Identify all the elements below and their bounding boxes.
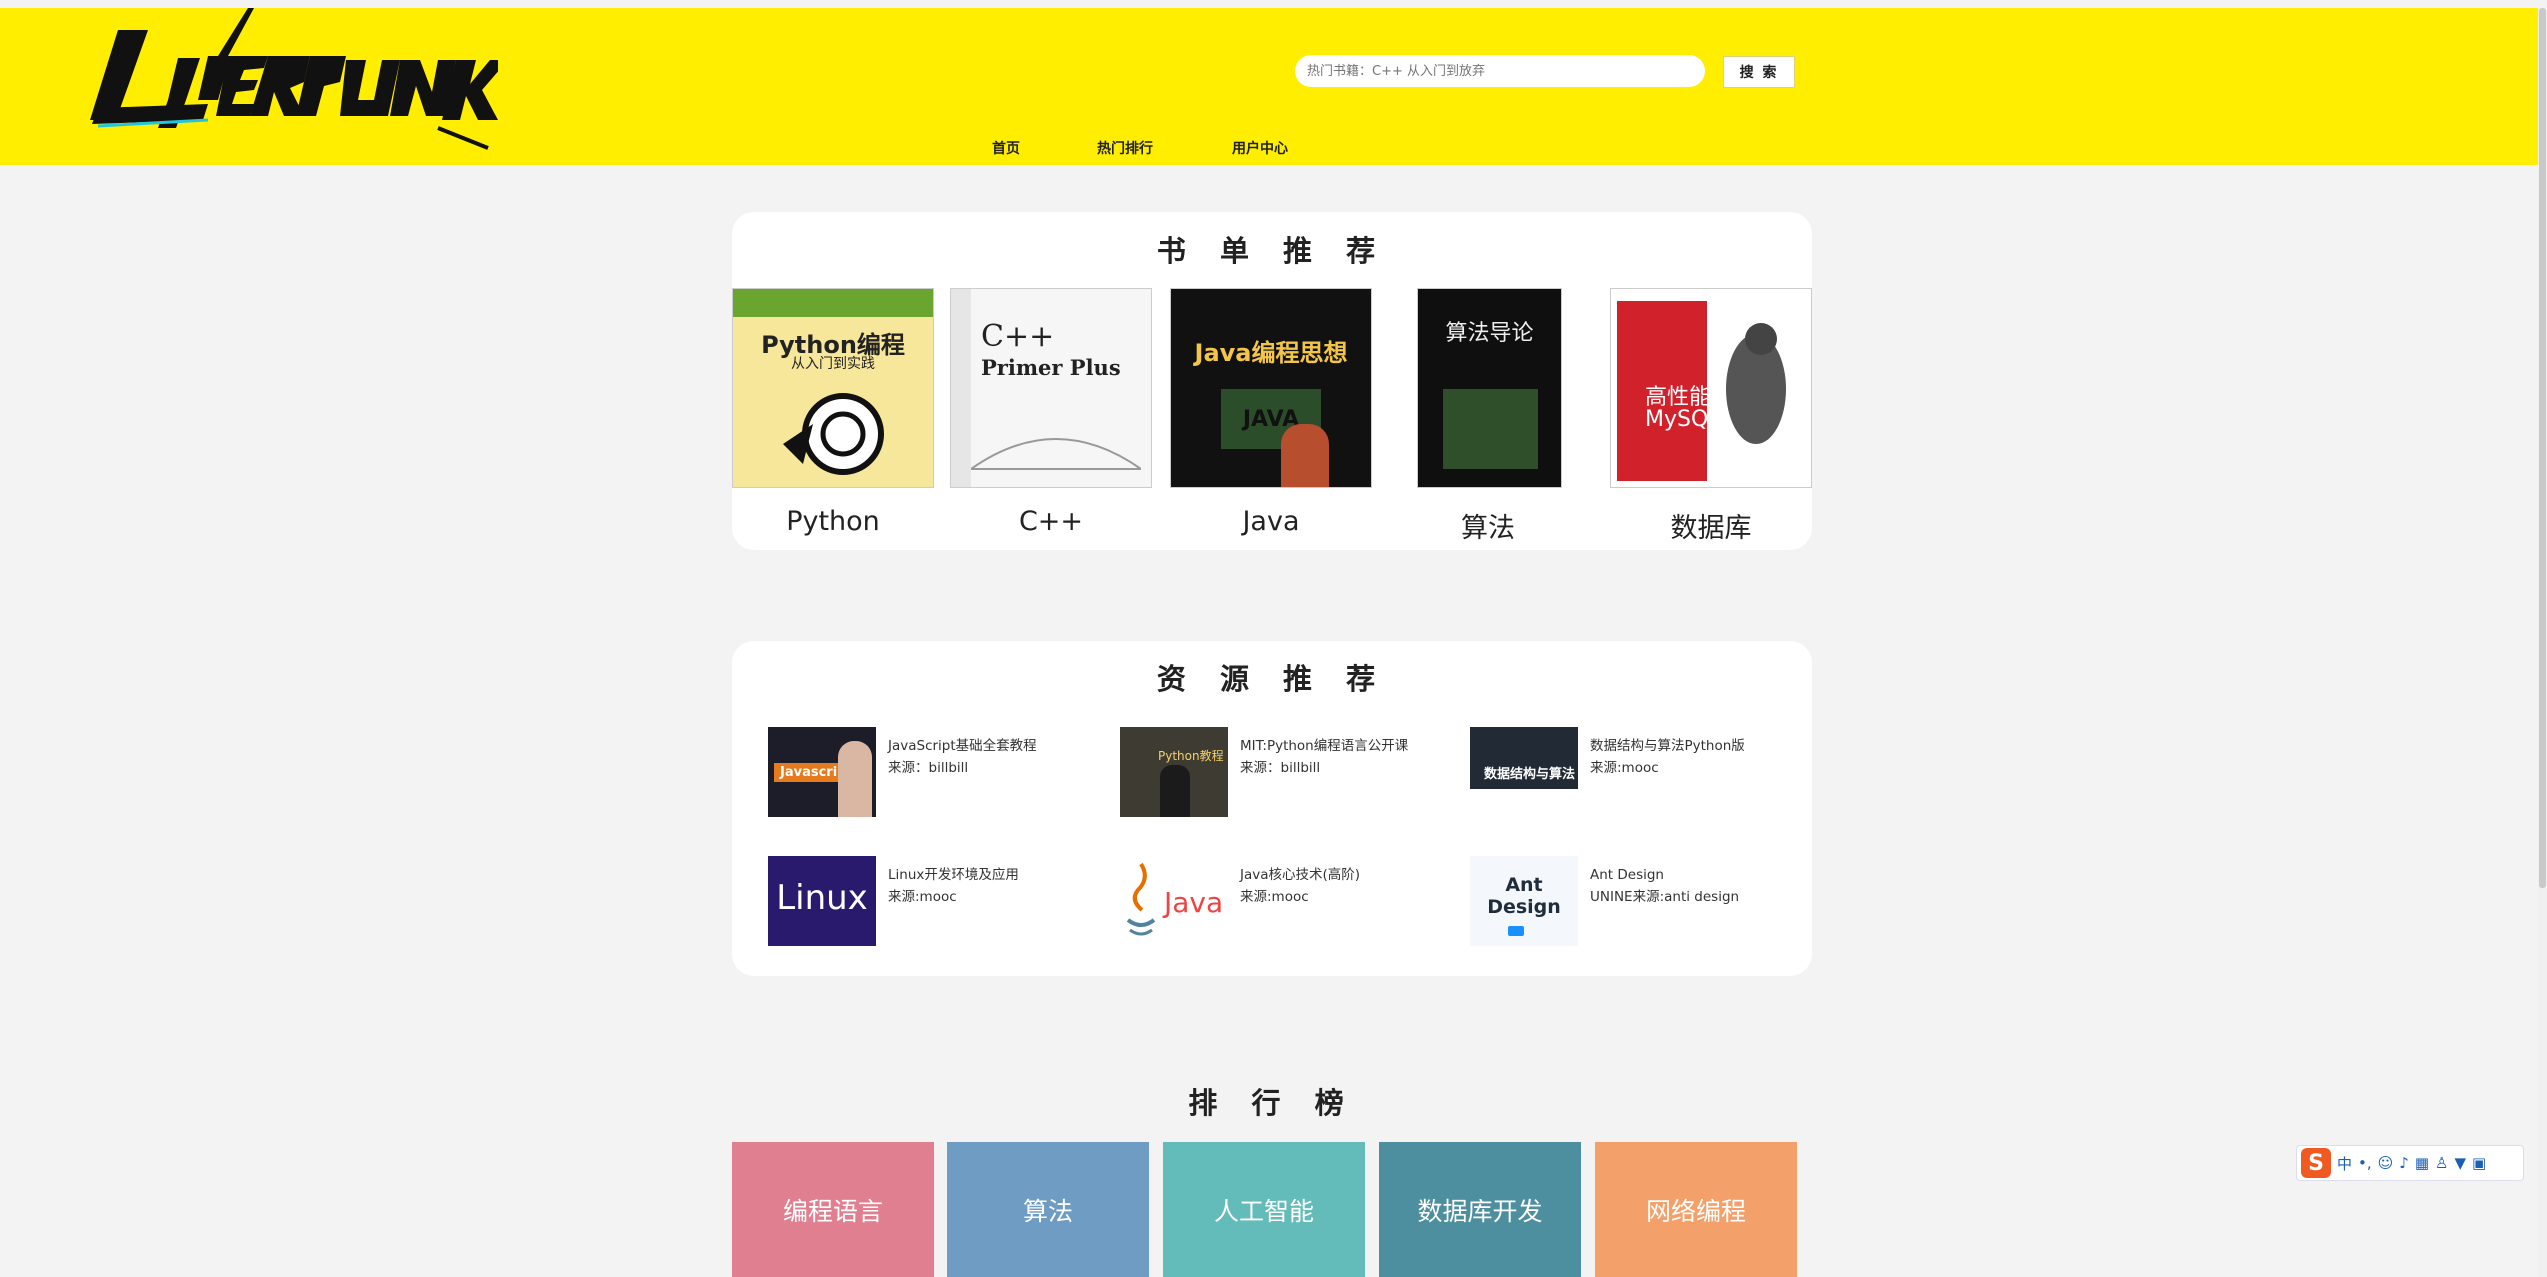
skin-icon[interactable]: ▼ <box>2455 1154 2467 1172</box>
mysql-book-cover[interactable]: 高性能 MySQL <box>1610 288 1812 488</box>
resource-source: 来源:mooc <box>888 889 957 905</box>
ime-lang-toggle[interactable]: 中 <box>2337 1153 2352 1174</box>
resource-item-linux[interactable]: Linux Linux开发环境及应用 来源:mooc <box>768 856 1068 948</box>
toolbox-icon[interactable]: ▣ <box>2472 1154 2486 1172</box>
cover-artwork <box>1443 389 1538 469</box>
book-label: Java <box>1242 506 1300 537</box>
resource-name[interactable]: Linux开发环境及应用 <box>888 864 1019 886</box>
resource-source: 来源:mooc <box>1590 760 1659 776</box>
data-structures-thumbnail[interactable]: 数据结构与算法 <box>1470 727 1578 817</box>
ranking-tile-ai[interactable]: 人工智能 <box>1163 1142 1365 1277</box>
search-button[interactable]: 搜 索 <box>1723 56 1795 88</box>
ranking-tile-network-programming[interactable]: 网络编程 <box>1595 1142 1797 1277</box>
resource-name[interactable]: JavaScript基础全套教程 <box>888 735 1037 757</box>
javascript-thumbnail[interactable]: Javascript <box>768 727 876 817</box>
ranking-tile-programming-language[interactable]: 编程语言 <box>732 1142 934 1277</box>
resource-source: 来源：billbill <box>888 760 969 776</box>
resource-source: 来源:mooc <box>1240 889 1309 905</box>
resource-recommend-card: 资 源 推 荐 Javascript JavaScript基础全套教程 来源：b… <box>732 641 1812 976</box>
resource-source: 来源：billbill <box>1240 760 1321 776</box>
book-section-title: 书 单 推 荐 <box>1156 234 1388 268</box>
python-book-cover[interactable]: Python编程 从入门到实践 <box>732 288 934 488</box>
search-input[interactable] <box>1295 55 1705 87</box>
resource-name[interactable]: 数据结构与算法Python版 <box>1590 735 1745 757</box>
book-item-java[interactable]: Java编程思想 JAVA Java <box>1170 288 1372 537</box>
resource-name[interactable]: Ant Design <box>1590 864 1739 886</box>
keyboard-icon[interactable]: ▦ <box>2415 1154 2429 1172</box>
java-cup-icon <box>1126 862 1156 936</box>
resource-section-title: 资 源 推 荐 <box>1156 662 1388 696</box>
cover-subtitle: Primer Plus <box>981 355 1121 380</box>
scrollbar-thumb[interactable] <box>2539 8 2546 888</box>
book-label: 数据库 <box>1670 513 1752 544</box>
emoji-icon[interactable]: ☺ <box>2378 1154 2394 1172</box>
ranking-tile-algorithm[interactable]: 算法 <box>947 1142 1149 1277</box>
java-book-cover[interactable]: Java编程思想 JAVA <box>1170 288 1372 488</box>
site-header: 搜 索 首页 热门排行 用户中心 <box>0 8 2547 165</box>
book-item-python[interactable]: Python编程 从入门到实践 Python <box>732 288 934 537</box>
cpp-book-cover[interactable]: C++ Primer Plus <box>950 288 1152 488</box>
resource-item-data-structures[interactable]: 数据结构与算法 数据结构与算法Python版 来源:mooc <box>1470 727 1770 819</box>
thumb-label: Python教程 <box>1158 749 1224 763</box>
resource-name[interactable]: Java核心技术(高阶) <box>1240 864 1360 886</box>
resource-source: UNINE来源:anti design <box>1590 889 1740 905</box>
thumb-label: Java <box>1164 886 1224 919</box>
mit-python-thumbnail[interactable]: Python教程 <box>1120 727 1228 817</box>
resource-item-mit-python[interactable]: Python教程 MIT:Python编程语言公开课 来源：billbill <box>1120 727 1420 819</box>
presenter-figure <box>1160 765 1190 817</box>
linux-thumbnail[interactable]: Linux <box>768 856 876 946</box>
resource-name[interactable]: MIT:Python编程语言公开课 <box>1240 735 1408 757</box>
sogou-logo-icon[interactable]: S <box>2301 1148 2331 1178</box>
book-label: Python <box>786 506 880 537</box>
nav-home[interactable]: 首页 <box>992 136 1020 160</box>
ranking-section-title: 排 行 榜 <box>1188 1086 1356 1120</box>
cover-title: C++ <box>981 319 1055 354</box>
book-item-algorithm[interactable]: 算法导论 算法 <box>1387 288 1589 545</box>
book-item-cpp[interactable]: C++ Primer Plus C++ <box>950 288 1152 537</box>
book-item-database[interactable]: 高性能 MySQL 数据库 <box>1610 288 1812 545</box>
thumb-caption-bar <box>1470 789 1578 817</box>
thumb-button <box>1508 926 1524 936</box>
java-thumbnail[interactable]: Java <box>1120 856 1228 946</box>
user-icon[interactable]: ♙ <box>2435 1154 2448 1172</box>
resource-item-ant-design[interactable]: Ant Design Ant Design UNINE来源:anti desig… <box>1470 856 1770 948</box>
thumb-label: 数据结构与算法 <box>1484 767 1576 782</box>
nav-hot-ranking[interactable]: 热门排行 <box>1097 136 1153 160</box>
punctuation-icon[interactable]: •, <box>2358 1154 2372 1172</box>
book-label: 算法 <box>1461 513 1515 544</box>
book-recommend-card: 书 单 推 荐 Python编程 从入门到实践 Python C++ Prime… <box>732 212 1812 550</box>
resource-item-java-core[interactable]: Java Java核心技术(高阶) 来源:mooc <box>1120 856 1420 948</box>
nav-user-center[interactable]: 用户中心 <box>1232 136 1288 160</box>
resource-item-javascript[interactable]: Javascript JavaScript基础全套教程 来源：billbill <box>768 727 1068 819</box>
cover-title: 算法导论 <box>1445 321 1534 346</box>
cover-spine <box>951 289 971 487</box>
cover-title: Java编程思想 <box>1194 339 1348 367</box>
ranking-tile-database-dev[interactable]: 数据库开发 <box>1379 1142 1581 1277</box>
python-snake-illustration <box>783 393 884 475</box>
thumb-label: Ant Design <box>1487 874 1561 918</box>
cover-subtitle: 从入门到实践 <box>791 356 875 372</box>
ime-toolbar[interactable]: S 中 •, ☺ ♪ ▦ ♙ ▼ ▣ <box>2296 1145 2524 1181</box>
microphone-icon[interactable]: ♪ <box>2399 1154 2409 1172</box>
top-strip <box>0 0 2547 8</box>
book-label: C++ <box>1018 506 1084 537</box>
hawk-illustration <box>1726 323 1786 444</box>
cover-subtitle: MySQL <box>1645 407 1721 432</box>
author-photo <box>1281 424 1329 487</box>
algorithm-book-cover[interactable]: 算法导论 <box>1417 288 1562 488</box>
cover-band <box>733 289 933 317</box>
ant-design-thumbnail[interactable]: Ant Design <box>1470 856 1578 946</box>
thumb-label: Linux <box>776 878 868 918</box>
bridge-illustration <box>971 438 1141 470</box>
presenter-figure <box>838 741 872 817</box>
cyberpunk-logo[interactable] <box>78 8 498 156</box>
